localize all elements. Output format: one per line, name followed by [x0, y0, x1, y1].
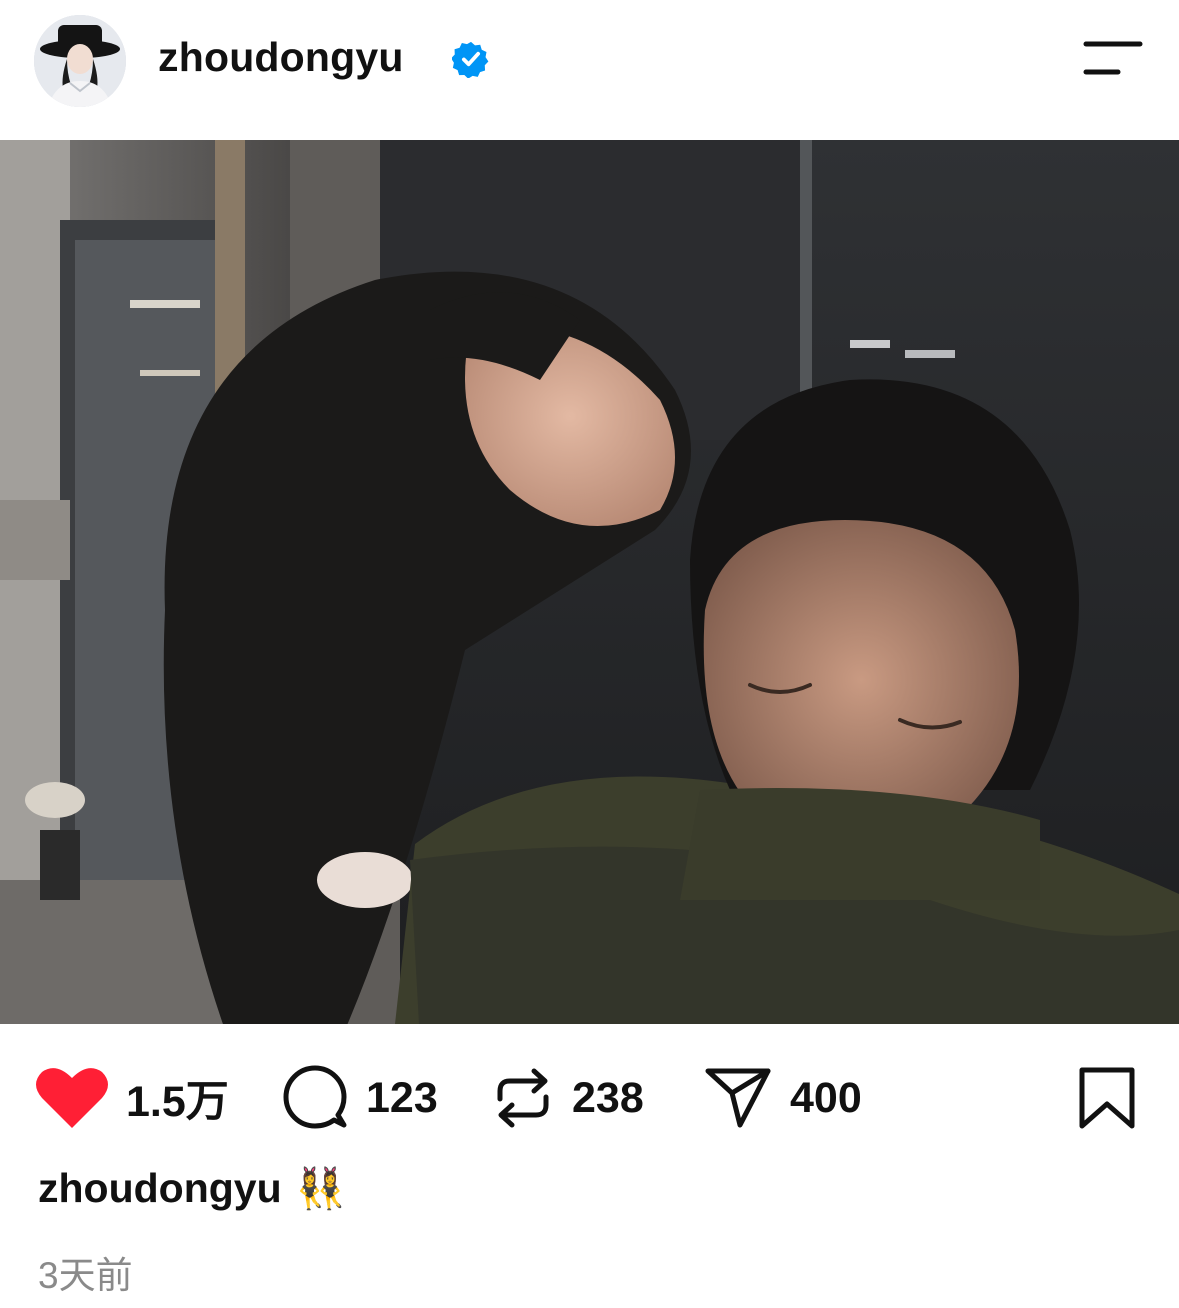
- post-timestamp: 3天前: [38, 1255, 133, 1296]
- post-photo[interactable]: [0, 140, 1179, 1024]
- repost-count: 238: [572, 1073, 644, 1122]
- caption: zhoudongyu 👯‍♀️: [38, 1165, 345, 1212]
- comment-button[interactable]: 123: [282, 1062, 438, 1134]
- share-count: 400: [790, 1073, 862, 1122]
- like-count: 1.5万: [126, 1078, 229, 1126]
- username[interactable]: zhoudongyu: [158, 34, 404, 81]
- bookmark-icon[interactable]: [1076, 1066, 1138, 1130]
- verified-badge-icon: [452, 41, 489, 78]
- caption-emoji: 👯‍♀️: [295, 1166, 346, 1212]
- profile-avatar[interactable]: [34, 15, 126, 107]
- avatar-image: [34, 15, 126, 107]
- heart-icon: [36, 1068, 108, 1128]
- menu-icon[interactable]: [1080, 38, 1144, 80]
- share-button[interactable]: 400: [704, 1062, 862, 1134]
- like-button[interactable]: 1.5万: [36, 1062, 229, 1134]
- caption-username[interactable]: zhoudongyu: [38, 1165, 282, 1212]
- post-image: [0, 140, 1179, 1024]
- action-bar: 1.5万 123 238 400: [0, 1050, 1179, 1150]
- post-header: zhoudongyu: [0, 0, 1179, 140]
- comment-count: 123: [366, 1073, 438, 1122]
- send-icon: [705, 1068, 771, 1128]
- repost-button[interactable]: 238: [492, 1062, 644, 1134]
- repost-icon: [497, 1068, 549, 1128]
- comment-icon: [283, 1065, 347, 1129]
